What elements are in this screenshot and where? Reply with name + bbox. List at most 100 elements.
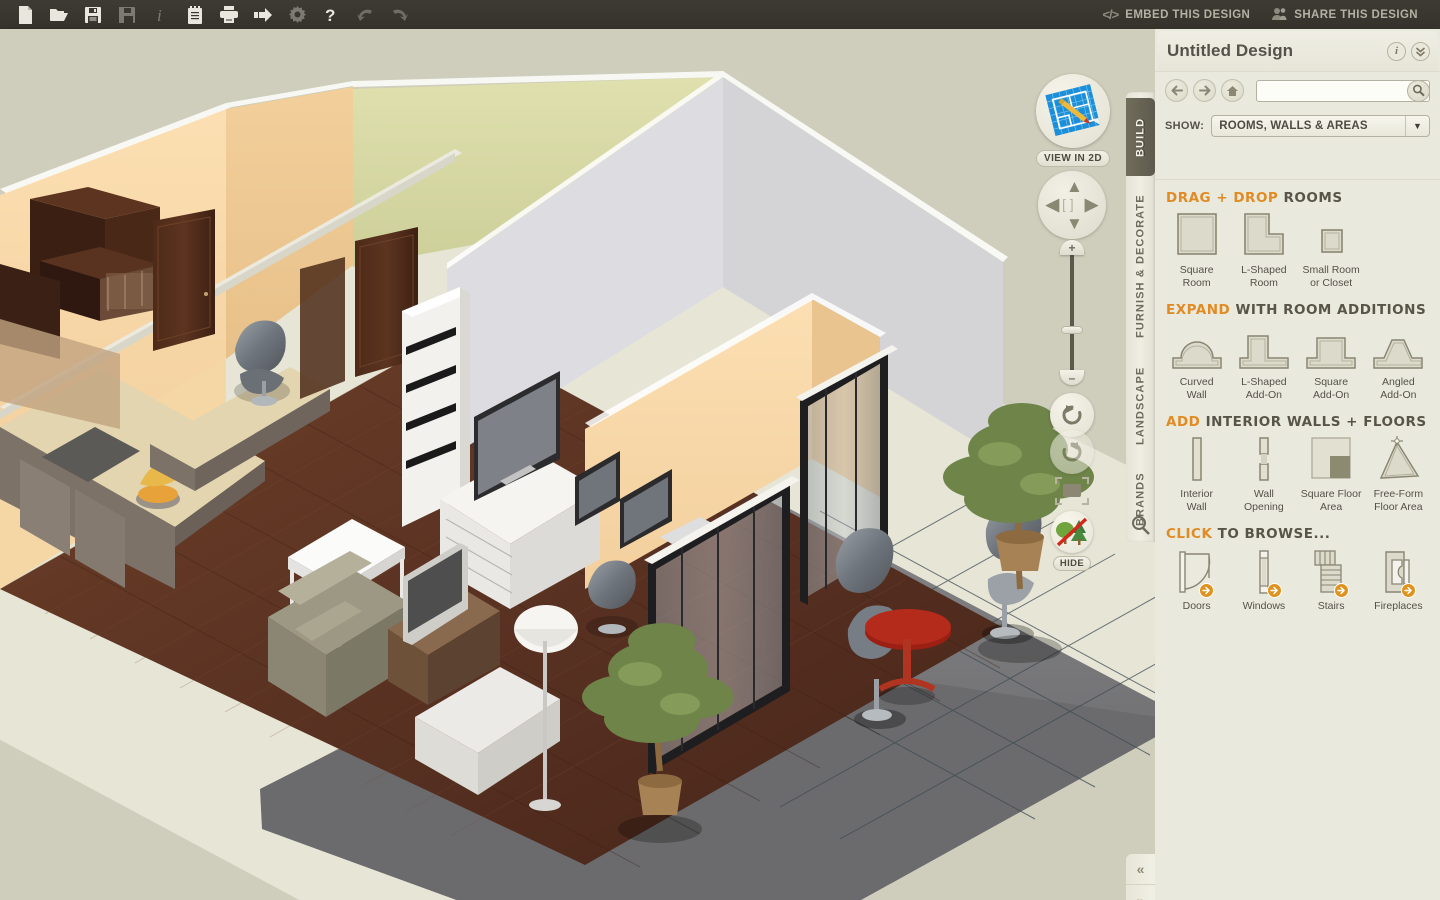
item-caption: Free-Form Floor Area — [1373, 488, 1424, 513]
gear-icon[interactable] — [280, 0, 314, 29]
embed-design-button[interactable]: </> EMBED THIS DESIGN — [1094, 4, 1258, 25]
open-folder-icon[interactable] — [42, 0, 76, 29]
camera-navigation-pad[interactable]: ▲ ▼ ◀ ▶ [ ] — [1038, 171, 1106, 239]
undo-icon[interactable] — [348, 0, 382, 29]
item-l-shaped-room[interactable]: L-Shaped Room — [1230, 212, 1297, 289]
collapse-panel-button[interactable]: « — [1126, 854, 1155, 885]
item-caption: Doors — [1182, 600, 1211, 612]
wall-opening-icon — [1232, 436, 1295, 484]
free-form-floor-area-icon — [1367, 436, 1430, 484]
browse-badge — [1266, 583, 1282, 598]
hide-trees-icon — [1051, 511, 1093, 553]
zoom-slider-track — [1070, 254, 1074, 374]
item-doors[interactable]: Doors — [1163, 548, 1230, 613]
info-icon: i — [1394, 45, 1399, 57]
item-interior-wall[interactable]: Interior Wall — [1163, 436, 1230, 513]
search-submit-button[interactable] — [1407, 79, 1430, 102]
rail-tab-landscape[interactable]: LANDSCAPE — [1126, 354, 1155, 458]
window-icon — [1232, 548, 1295, 598]
export-icon[interactable] — [246, 0, 280, 29]
section-title-rest: INTERIOR WALLS + FLOORS — [1205, 414, 1427, 430]
home-icon — [1227, 85, 1238, 96]
item-fireplaces[interactable]: Fireplaces — [1365, 548, 1432, 613]
hide-landscape-button[interactable]: HIDE — [1051, 511, 1093, 571]
item-square-floor-area[interactable]: Square Floor Area — [1298, 436, 1365, 513]
view-in-2d-button[interactable]: VIEW IN 2D — [1034, 74, 1112, 167]
rail-tab-build[interactable]: BUILD — [1126, 98, 1155, 176]
item-angled-addon[interactable]: Angled Add-On — [1365, 324, 1432, 401]
square-floor-area-icon — [1300, 436, 1363, 484]
item-wall-opening[interactable]: Wall Opening — [1230, 436, 1297, 513]
rail-tab-furnish-decorate[interactable]: FURNISH & DECORATE — [1126, 182, 1155, 350]
svg-text:?: ? — [325, 6, 335, 25]
pan-right-arrow-icon[interactable]: ▶ — [1085, 196, 1098, 213]
item-caption: Angled Add-On — [1380, 376, 1417, 401]
section-title-accent: ADD — [1166, 414, 1201, 430]
show-dropdown[interactable]: ROOMS, WALLS & AREAS ▼ — [1211, 115, 1430, 137]
panel-header: Untitled Design i — [1157, 31, 1438, 71]
pan-down-arrow-icon[interactable]: ▼ — [1066, 215, 1083, 232]
recenter-view-icon[interactable]: [ ] — [1062, 196, 1074, 212]
item-windows[interactable]: Windows — [1230, 548, 1297, 613]
arrow-left-icon — [1171, 85, 1183, 96]
panel-collapse-button[interactable] — [1411, 41, 1430, 61]
square-room-icon — [1165, 212, 1228, 260]
item-caption: Windows — [1242, 600, 1286, 612]
item-stairs[interactable]: Stairs — [1298, 548, 1365, 613]
item-l-shaped-addon[interactable]: L-Shaped Add-On — [1230, 324, 1297, 401]
save-icon[interactable] — [76, 0, 110, 29]
interior-door-1 — [153, 209, 215, 351]
show-label: SHOW: — [1165, 120, 1205, 132]
rotate-ccw-icon — [1062, 405, 1082, 425]
item-caption: Wall Opening — [1244, 488, 1284, 513]
view-in-2d-label: VIEW IN 2D — [1036, 150, 1110, 167]
info-icon[interactable]: i — [144, 0, 178, 29]
nav-home-button[interactable] — [1221, 79, 1244, 102]
search-input[interactable] — [1257, 80, 1429, 101]
hide-label: HIDE — [1052, 556, 1092, 571]
print-icon[interactable] — [212, 0, 246, 29]
item-curved-wall[interactable]: Curved Wall — [1163, 324, 1230, 401]
rotate-right-button[interactable] — [1050, 430, 1094, 474]
zoom-in-button[interactable]: + — [1060, 240, 1084, 255]
search-icon[interactable] — [1130, 515, 1151, 536]
blueprint-icon — [1036, 74, 1110, 148]
design-canvas-3d[interactable]: VIEW IN 2D ▲ ▼ ◀ ▶ [ ] + – HIDE BUILD FU… — [0, 29, 1155, 900]
chevron-double-down-icon — [1415, 46, 1426, 57]
chevron-down-icon[interactable]: ▼ — [1405, 116, 1429, 136]
pan-up-arrow-icon[interactable]: ▲ — [1066, 178, 1083, 195]
zoom-out-button[interactable]: – — [1060, 370, 1084, 385]
item-caption: Square Add-On — [1313, 376, 1350, 401]
save-as-icon[interactable] — [110, 0, 144, 29]
item-empty-slot — [1365, 212, 1432, 264]
section-interior-walls-floors: ADD INTERIOR WALLS + FLOORS Interior Wall — [1163, 414, 1432, 513]
notes-icon[interactable] — [178, 0, 212, 29]
interior-door-3 — [300, 257, 345, 399]
item-small-room-closet[interactable]: Small Room or Closet — [1298, 212, 1365, 289]
panel-header-buttons: i — [1387, 41, 1430, 61]
pan-left-arrow-icon[interactable]: ◀ — [1046, 196, 1059, 213]
frame-icon — [1055, 477, 1089, 505]
section-title: EXPAND WITH ROOM ADDITIONS — [1166, 302, 1432, 318]
nav-back-button[interactable] — [1165, 79, 1188, 102]
section-room-additions: EXPAND WITH ROOM ADDITIONS Curved Wall L… — [1163, 302, 1432, 401]
redo-icon[interactable] — [382, 0, 416, 29]
new-document-icon[interactable] — [8, 0, 42, 29]
panel-search-box[interactable] — [1256, 79, 1430, 102]
item-free-form-floor-area[interactable]: Free-Form Floor Area — [1365, 436, 1432, 513]
fullscreen-frame-button[interactable] — [1054, 476, 1090, 506]
svg-text:i: i — [157, 6, 162, 25]
help-icon[interactable]: ? — [314, 0, 348, 29]
empty-slot — [1367, 212, 1430, 260]
zoom-slider[interactable]: + – — [1060, 240, 1084, 385]
item-caption: Curved Wall — [1179, 376, 1214, 401]
item-square-room[interactable]: Square Room — [1163, 212, 1230, 289]
section-drag-drop-rooms: DRAG + DROP ROOMS Square Room L-Shaped R… — [1163, 190, 1432, 289]
section-title-rest: WITH ROOM ADDITIONS — [1235, 302, 1427, 318]
nav-forward-button[interactable] — [1193, 79, 1216, 102]
share-design-button[interactable]: SHARE THIS DESIGN — [1264, 4, 1426, 26]
zoom-slider-thumb[interactable] — [1061, 326, 1083, 334]
item-square-addon[interactable]: Square Add-On — [1298, 324, 1365, 401]
panel-info-button[interactable]: i — [1387, 41, 1406, 61]
expand-panel-button[interactable]: » — [1126, 885, 1155, 900]
